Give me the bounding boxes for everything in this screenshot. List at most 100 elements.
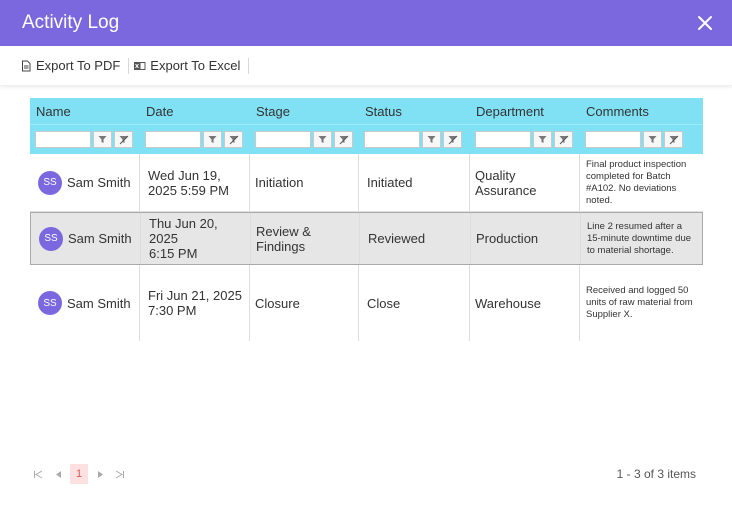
previous-page-button[interactable] bbox=[50, 464, 66, 484]
filter-button[interactable] bbox=[313, 131, 332, 148]
filter-button[interactable] bbox=[422, 131, 441, 148]
clear-filter-icon bbox=[119, 135, 128, 144]
filter-icon bbox=[98, 136, 107, 143]
user-name: Sam Smith bbox=[68, 231, 132, 246]
dialog-titlebar: Activity Log bbox=[0, 0, 732, 46]
close-button[interactable] bbox=[694, 12, 716, 34]
first-page-icon bbox=[34, 470, 43, 478]
date-line-1: Fri Jun 21, 2025 bbox=[148, 288, 242, 303]
last-page-button[interactable] bbox=[112, 464, 128, 484]
table-row[interactable]: SS Sam Smith Thu Jun 20, 2025 6:15 PM Re… bbox=[30, 212, 703, 265]
grid-header: Name Date Stage Status Department Commen… bbox=[30, 98, 703, 154]
filter-icon bbox=[318, 136, 327, 143]
clear-filter-button[interactable] bbox=[443, 131, 462, 148]
toolbar: Export To PDF Export To Excel bbox=[0, 46, 732, 86]
filter-button[interactable] bbox=[93, 131, 112, 148]
activity-grid: Name Date Stage Status Department Commen… bbox=[30, 98, 703, 341]
filter-icon bbox=[208, 136, 217, 143]
filter-icon bbox=[427, 136, 436, 143]
department-cell: Warehouse bbox=[470, 265, 580, 341]
filter-cell-status bbox=[359, 131, 470, 148]
comment-cell: Received and logged 50 units of raw mate… bbox=[586, 285, 693, 320]
name-cell: SS Sam Smith bbox=[30, 265, 140, 341]
date-cell: Fri Jun 21, 2025 7:30 PM bbox=[140, 265, 250, 341]
export-pdf-button[interactable]: Export To PDF bbox=[20, 58, 124, 73]
clear-filter-button[interactable] bbox=[554, 131, 573, 148]
toolbar-divider bbox=[248, 57, 250, 74]
next-page-icon bbox=[97, 470, 103, 478]
dialog-title: Activity Log bbox=[22, 12, 120, 33]
first-page-button[interactable] bbox=[30, 464, 46, 484]
avatar: SS bbox=[38, 291, 62, 315]
clear-filter-button[interactable] bbox=[334, 131, 353, 148]
date-cell: Wed Jun 19, 2025 5:59 PM bbox=[140, 154, 250, 211]
user-name: Sam Smith bbox=[67, 295, 131, 311]
page-1-button[interactable]: 1 bbox=[70, 464, 88, 484]
clear-filter-button[interactable] bbox=[114, 131, 133, 148]
comment-cell: Final product inspection completed for B… bbox=[586, 158, 687, 206]
table-row[interactable]: SS Sam Smith Wed Jun 19, 2025 5:59 PM In… bbox=[30, 154, 703, 212]
status-cell: Reviewed bbox=[360, 213, 471, 264]
filter-button[interactable] bbox=[203, 131, 222, 148]
department-cell: Production bbox=[471, 213, 581, 264]
clear-filter-icon bbox=[229, 135, 238, 144]
export-pdf-label: Export To PDF bbox=[36, 58, 121, 73]
filter-input-name[interactable] bbox=[35, 131, 91, 148]
filter-cell-name bbox=[30, 131, 140, 148]
date-line-1: Thu Jun 20, 2025 bbox=[149, 216, 218, 246]
table-row[interactable]: SS Sam Smith Fri Jun 21, 2025 7:30 PM Cl… bbox=[30, 265, 703, 341]
department-cell: Quality Assurance bbox=[470, 154, 580, 211]
stage-cell: Initiation bbox=[250, 154, 359, 211]
previous-page-icon bbox=[55, 470, 61, 478]
toolbar-divider bbox=[128, 57, 130, 74]
column-header-comments[interactable]: Comments bbox=[580, 104, 703, 119]
date-line-2: 6:15 PM bbox=[149, 246, 198, 261]
column-header-stage[interactable]: Stage bbox=[250, 104, 359, 119]
pdf-file-icon bbox=[22, 60, 31, 71]
name-cell: SS Sam Smith bbox=[31, 213, 141, 264]
stage-cell: Review & Findings bbox=[251, 213, 360, 264]
activity-log-dialog: Activity Log Export To PDF Export To Exc… bbox=[0, 0, 732, 511]
avatar: SS bbox=[38, 170, 62, 195]
date-line-1: Wed Jun 19, bbox=[148, 167, 221, 183]
date-line-2: 2025 5:59 PM bbox=[148, 182, 229, 198]
filter-input-status[interactable] bbox=[364, 131, 420, 148]
status-cell: Initiated bbox=[359, 154, 470, 211]
export-excel-label: Export To Excel bbox=[150, 58, 241, 73]
clear-filter-icon bbox=[559, 135, 568, 144]
filter-cell-department bbox=[470, 131, 580, 148]
export-excel-button[interactable]: Export To Excel bbox=[133, 58, 244, 73]
column-header-name[interactable]: Name bbox=[30, 104, 140, 119]
filter-button[interactable] bbox=[643, 131, 662, 148]
clear-filter-button[interactable] bbox=[224, 131, 243, 148]
clear-filter-icon bbox=[448, 135, 457, 144]
avatar: SS bbox=[39, 226, 63, 251]
pager: 1 1 - 3 of 3 items bbox=[30, 464, 702, 484]
filter-icon bbox=[648, 136, 657, 143]
filter-input-comments[interactable] bbox=[585, 131, 641, 148]
pager-info: 1 - 3 of 3 items bbox=[616, 467, 696, 481]
date-cell: Thu Jun 20, 2025 6:15 PM bbox=[141, 213, 251, 264]
last-page-icon bbox=[115, 470, 124, 478]
column-header-row: Name Date Stage Status Department Commen… bbox=[30, 98, 703, 124]
filter-input-date[interactable] bbox=[145, 131, 201, 148]
filter-row bbox=[30, 124, 703, 154]
date-line-2: 7:30 PM bbox=[148, 303, 197, 318]
stage-cell: Closure bbox=[250, 265, 359, 341]
next-page-button[interactable] bbox=[92, 464, 108, 484]
filter-input-stage[interactable] bbox=[255, 131, 311, 148]
user-name: Sam Smith bbox=[67, 175, 131, 190]
filter-button[interactable] bbox=[533, 131, 552, 148]
filter-cell-date bbox=[140, 131, 250, 148]
excel-file-icon bbox=[134, 61, 146, 70]
name-cell: SS Sam Smith bbox=[30, 154, 140, 211]
column-header-date[interactable]: Date bbox=[140, 104, 250, 119]
comment-cell: Line 2 resumed after a 15-minute downtim… bbox=[587, 220, 692, 256]
filter-input-department[interactable] bbox=[475, 131, 531, 148]
status-cell: Close bbox=[359, 265, 470, 341]
column-header-department[interactable]: Department bbox=[470, 104, 580, 119]
clear-filter-button[interactable] bbox=[664, 131, 683, 148]
column-header-status[interactable]: Status bbox=[359, 104, 470, 119]
clear-filter-icon bbox=[669, 135, 678, 144]
clear-filter-icon bbox=[339, 135, 348, 144]
